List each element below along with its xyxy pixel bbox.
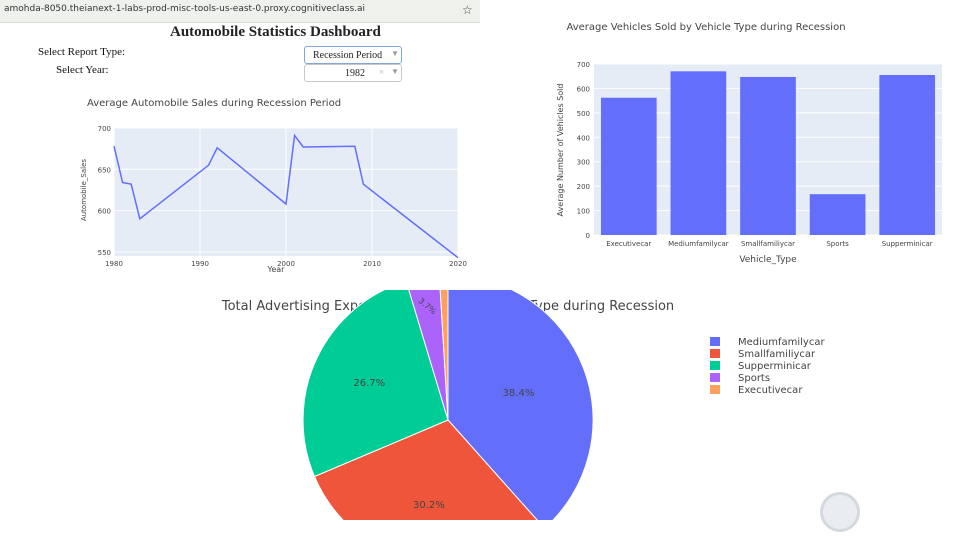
- legend-swatch: [710, 385, 720, 394]
- browser-address-bar[interactable]: amohda-8050.theianext-1-labs-prod-misc-t…: [0, 0, 480, 23]
- bar-y-tick-label: 500: [577, 110, 590, 118]
- line-x-tick-label: 1990: [191, 260, 209, 268]
- line-y-axis-label: Automobile_Sales: [80, 159, 88, 221]
- bar-sports: [809, 194, 866, 235]
- legend-label: Smallfamiliycar: [738, 349, 816, 360]
- clear-icon[interactable]: ×: [379, 67, 384, 77]
- chevron-down-icon[interactable]: ▼: [391, 49, 399, 58]
- bar-x-tick-label: Executivecar: [606, 240, 651, 248]
- star-icon[interactable]: ☆: [462, 3, 473, 17]
- legend-swatch: [710, 337, 720, 346]
- line-y-tick-label: 650: [98, 166, 111, 174]
- cognitiveclass-logo: [820, 492, 860, 532]
- line-chart: Average Automobile Sales during Recessio…: [80, 98, 467, 274]
- bar-y-tick-label: 700: [577, 61, 590, 69]
- line-chart-title: Average Automobile Sales during Recessio…: [87, 98, 341, 109]
- report-type-label: Select Report Type:: [38, 46, 126, 58]
- bar-chart-title: Average Vehicles Sold by Vehicle Type du…: [566, 22, 845, 33]
- bar-smallfamiliycar: [740, 76, 796, 235]
- bar-y-tick-label: 300: [577, 159, 590, 167]
- chevron-down-icon[interactable]: ▼: [391, 67, 399, 76]
- report-type-value: Recession Period: [313, 50, 383, 61]
- bar-y-tick-label: 200: [577, 183, 590, 191]
- pie-value-label: 26.7%: [353, 378, 385, 389]
- year-dropdown[interactable]: 1982 × ▼: [304, 64, 402, 82]
- legend-swatch: [710, 361, 720, 370]
- pie-value-label: 30.2%: [413, 500, 445, 511]
- url-text[interactable]: amohda-8050.theianext-1-labs-prod-misc-t…: [4, 4, 365, 14]
- legend-label: Executivecar: [738, 385, 803, 396]
- year-value: 1982: [345, 68, 365, 79]
- line-x-tick-label: 2020: [449, 260, 467, 268]
- legend-label: Supperminicar: [738, 361, 812, 372]
- bar-chart: Average Vehicles Sold by Vehicle Type du…: [556, 22, 942, 265]
- bar-y-tick-label: 400: [577, 134, 590, 142]
- bar-x-axis-label: Vehicle_Type: [739, 255, 797, 265]
- legend-swatch: [710, 373, 720, 382]
- line-y-tick-label: 550: [98, 249, 111, 257]
- legend-swatch: [710, 349, 720, 358]
- pie-chart: Total Advertising Expenditure Share by V…: [221, 290, 825, 520]
- report-type-dropdown[interactable]: Recession Period ▼: [304, 46, 402, 64]
- bar-mediumfamilycar: [670, 71, 727, 235]
- bar-x-tick-label: Sports: [826, 240, 849, 248]
- bar-x-tick-label: Supperminicar: [882, 240, 933, 248]
- line-x-tick-label: 1980: [105, 260, 123, 268]
- bar-y-tick-label: 600: [577, 85, 590, 93]
- bar-y-tick-label: 100: [577, 208, 590, 216]
- line-y-tick-label: 600: [98, 208, 111, 216]
- dashboard-title: Automobile Statistics Dashboard: [170, 24, 381, 40]
- legend-label: Mediumfamilycar: [738, 337, 825, 348]
- line-x-tick-label: 2010: [363, 260, 381, 268]
- bar-supperminicar: [879, 74, 936, 235]
- bar-y-axis-label: Average Number of Vehicles Sold: [556, 84, 565, 217]
- year-label: Select Year:: [56, 64, 109, 76]
- bar-x-tick-label: Smallfamiliycar: [741, 240, 795, 248]
- pie-value-label: 38.4%: [503, 388, 535, 399]
- line-y-tick-label: 700: [98, 125, 111, 133]
- bar-x-tick-label: Mediumfamilycar: [668, 240, 729, 248]
- bar-y-tick-label: 0: [586, 232, 590, 240]
- bar-executivecar: [600, 97, 657, 235]
- line-x-axis-label: Year: [267, 265, 286, 274]
- legend-label: Sports: [738, 373, 770, 384]
